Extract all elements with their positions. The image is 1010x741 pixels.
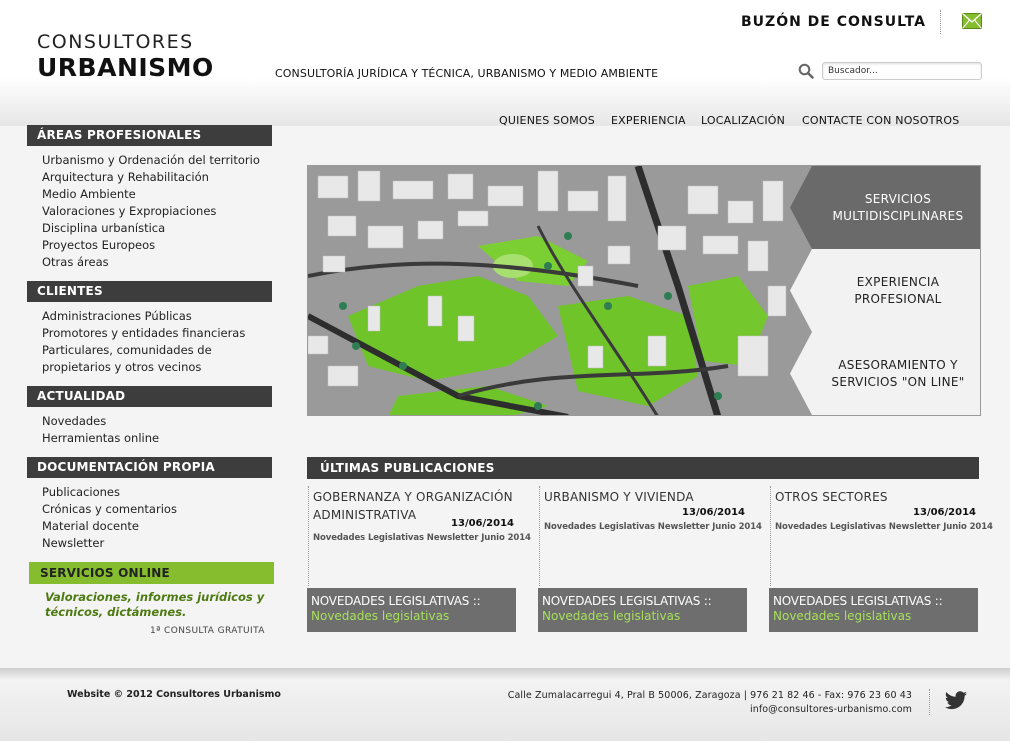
panel-line: SERVICIOS "ON LINE" xyxy=(831,374,965,389)
online-text-line1: Valoraciones, informes jurídicos y xyxy=(45,590,265,604)
novedades-box-link[interactable]: Novedades legislativas xyxy=(542,609,743,623)
servicios-online-text[interactable]: Valoraciones, informes jurídicos y técni… xyxy=(45,590,265,620)
list-item[interactable]: Urbanismo y Ordenación del territorio xyxy=(42,152,272,169)
list-item[interactable]: Crónicas y comentarios xyxy=(42,501,272,518)
areas-heading: ÁREAS PROFESIONALES xyxy=(27,125,272,146)
list-item[interactable]: Administraciones Públicas xyxy=(42,308,272,325)
logo-line1[interactable]: CONSULTORES xyxy=(37,31,194,53)
publication-title[interactable]: URBANISMO Y VIVIENDA xyxy=(540,486,749,506)
list-item[interactable]: Promotores y entidades financieras xyxy=(42,325,272,342)
title-line: GOBERNANZA Y ORGANIZACIÓN xyxy=(313,490,513,504)
footer-address: Calle Zumalacarregui 4, Pral B 50006, Za… xyxy=(508,689,912,717)
panel-line: PROFESIONAL xyxy=(854,291,942,306)
logo-line2[interactable]: URBANISMO xyxy=(37,53,214,82)
list-item[interactable]: Valoraciones y Expropiaciones xyxy=(42,203,272,220)
publication-date: 13/06/2014 xyxy=(682,507,745,518)
list-item[interactable]: Newsletter xyxy=(42,535,272,552)
footer-email-link[interactable]: info@consultores-urbanismo.com xyxy=(508,703,912,717)
online-text-line2: técnicos, dictámenes. xyxy=(45,605,187,619)
list-item[interactable]: Disciplina urbanística xyxy=(42,220,272,237)
publication-desc[interactable]: Novedades Legislativas Newsletter Junio … xyxy=(540,522,762,532)
list-item[interactable]: Herramientas online xyxy=(42,430,272,447)
publication-column: GOBERNANZA Y ORGANIZACIÓN ADMINISTRATIVA… xyxy=(308,486,531,586)
actualidad-list: Novedades Herramientas online xyxy=(42,413,272,447)
clientes-heading: CLIENTES xyxy=(27,281,272,302)
novedades-box[interactable]: NOVEDADES LEGISLATIVAS :: Novedades legi… xyxy=(538,588,747,632)
publication-desc[interactable]: Novedades Legislativas Newsletter Junio … xyxy=(309,533,531,543)
publication-date: 13/06/2014 xyxy=(913,507,976,518)
novedades-box-link[interactable]: Novedades legislativas xyxy=(311,609,512,623)
list-item[interactable]: Proyectos Europeos xyxy=(42,237,272,254)
publication-title[interactable]: OTROS SECTORES xyxy=(771,486,980,506)
servicios-online-heading[interactable]: SERVICIOS ONLINE xyxy=(29,562,274,584)
areas-list: Urbanismo y Ordenación del territorio Ar… xyxy=(42,152,272,271)
panel-line: MULTIDISCIPLINARES xyxy=(832,208,964,223)
title-line: URBANISMO Y VIVIENDA xyxy=(544,490,694,504)
panel-line: EXPERIENCIA xyxy=(856,274,940,289)
novedades-box-title: NOVEDADES LEGISLATIVAS :: xyxy=(542,594,712,608)
consulta-gratuita-label: 1ª CONSULTA GRATUITA xyxy=(150,626,265,636)
twitter-bird-icon[interactable] xyxy=(944,691,968,711)
footer-address-line: Calle Zumalacarregui 4, Pral B 50006, Za… xyxy=(507,690,912,701)
novedades-box-title: NOVEDADES LEGISLATIVAS :: xyxy=(311,594,481,608)
list-item[interactable]: propietarios y otros vecinos xyxy=(42,359,272,376)
hero-banner: SERVICIOS MULTIDISCIPLINARES EXPERIENCIA P… xyxy=(307,165,981,416)
list-item[interactable]: Publicaciones xyxy=(42,484,272,501)
envelope-icon[interactable] xyxy=(962,13,982,29)
publication-desc[interactable]: Novedades Legislativas Newsletter Junio … xyxy=(771,522,993,532)
nav-quienes-somos[interactable]: QUIENES SOMOS xyxy=(499,114,595,127)
list-item[interactable]: Particulares, comunidades de xyxy=(42,342,272,359)
list-item[interactable]: Arquitectura y Rehabilitación xyxy=(42,169,272,186)
novedades-box[interactable]: NOVEDADES LEGISLATIVAS :: Novedades legi… xyxy=(769,588,978,632)
documentacion-list: Publicaciones Crónicas y comentarios Mat… xyxy=(42,484,272,552)
list-item[interactable]: Material docente xyxy=(42,518,272,535)
panel-line: ASESORAMIENTO Y xyxy=(838,357,958,372)
publication-column: URBANISMO Y VIVIENDA 13/06/2014 Novedade… xyxy=(539,486,762,586)
publicaciones-heading: ÚLTIMAS PUBLICACIONES xyxy=(307,457,979,479)
title-line: OTROS SECTORES xyxy=(775,490,888,504)
clientes-list: Administraciones Públicas Promotores y e… xyxy=(42,308,272,376)
novedades-box-title: NOVEDADES LEGISLATIVAS :: xyxy=(773,594,943,608)
hero-tab-experiencia[interactable]: EXPERIENCIA PROFESIONAL xyxy=(790,249,980,332)
magnifier-icon[interactable] xyxy=(798,63,814,79)
hero-tab-servicios[interactable]: SERVICIOS MULTIDISCIPLINARES xyxy=(790,166,980,249)
tagline: CONSULTORÍA JURÍDICA Y TÉCNICA, URBANISM… xyxy=(275,67,659,80)
documentacion-heading: DOCUMENTACIÓN PROPIA xyxy=(27,457,272,478)
actualidad-heading: ACTUALIDAD xyxy=(27,386,272,407)
nav-experiencia[interactable]: EXPERIENCIA xyxy=(611,114,686,127)
list-item[interactable]: Otras áreas xyxy=(42,254,272,271)
panel-line: SERVICIOS xyxy=(864,191,932,206)
header-divider xyxy=(940,10,941,34)
list-item[interactable]: Novedades xyxy=(42,413,272,430)
hero-tab-asesoramiento[interactable]: ASESORAMIENTO Y SERVICIOS "ON LINE" xyxy=(790,332,980,415)
footer-copyright: Website © 2012 Consultores Urbanismo xyxy=(67,689,281,700)
novedades-box[interactable]: NOVEDADES LEGISLATIVAS :: Novedades legi… xyxy=(307,588,516,632)
novedades-box-link[interactable]: Novedades legislativas xyxy=(773,609,974,623)
nav-contacte[interactable]: CONTACTE CON NOSOTROS xyxy=(802,114,959,127)
list-item[interactable]: Medio Ambiente xyxy=(42,186,272,203)
buzon-consulta-link[interactable]: BUZÓN DE CONSULTA xyxy=(741,14,926,30)
nav-localizacion[interactable]: LOCALIZACIÓN xyxy=(701,114,785,127)
publication-column: OTROS SECTORES 13/06/2014 Novedades Legi… xyxy=(770,486,993,586)
search-input[interactable] xyxy=(822,62,982,80)
footer-divider xyxy=(929,689,930,715)
